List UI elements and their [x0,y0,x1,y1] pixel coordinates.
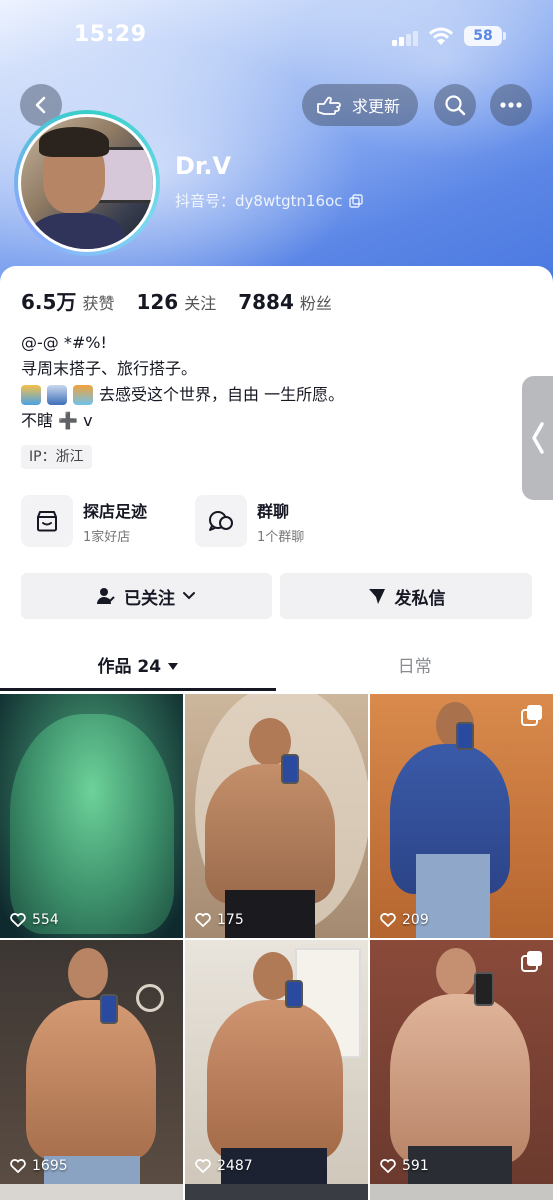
stats-row: 6.5万 获赞 126 关注 7884 粉丝 [21,286,354,315]
like-count-value: 591 [402,1158,429,1174]
bio-line-3: 去感受这个世界，自由 一生所愿。 [21,382,344,408]
like-count-value: 209 [402,912,429,928]
like-count-value: 175 [217,912,244,928]
diving-mask-emoji-icon [73,385,93,405]
video-tile[interactable]: 2487 [185,940,368,1184]
stat-likes-label: 获赞 [82,294,115,313]
like-count-value: 1695 [32,1158,68,1174]
bio-line-3-text: 去感受这个世界，自由 一生所愿。 [99,385,345,404]
like-count: 1695 [10,1158,68,1174]
send-message-button[interactable]: 发私信 [280,573,532,619]
multi-image-icon [521,705,542,726]
send-message-label: 发私信 [394,588,446,609]
avatar [18,114,156,252]
video-tile[interactable]: 209 [370,694,553,938]
video-tile[interactable]: 554 [0,694,183,938]
next-row-peek [0,1184,553,1200]
store-icon [21,495,73,547]
chevron-left-icon [531,422,544,454]
request-update-label: 求更新 [352,97,401,116]
chevron-down-icon [183,592,195,600]
stat-following-label: 关注 [184,294,217,313]
heart-icon [10,913,26,927]
person-check-icon [97,588,115,604]
battery-indicator: 58 [464,26,506,46]
shop-visits-title: 探店足迹 [83,501,148,521]
active-tab-indicator [0,688,276,691]
stat-followers[interactable]: 7884 粉丝 [238,290,332,314]
heart-icon [10,1159,26,1173]
status-time: 15:29 [74,22,147,47]
video-tile[interactable]: 175 [185,694,368,938]
surfer-emoji-icon [21,385,41,405]
request-update-button[interactable]: 求更新 [302,84,418,126]
like-count: 554 [10,912,59,928]
shop-visits-entry[interactable]: 探店足迹 1家好店 [21,495,147,547]
like-count: 175 [195,912,244,928]
heart-icon [380,1159,396,1173]
like-count: 591 [380,1158,429,1174]
heart-icon [195,1159,211,1173]
signal-icon [392,30,418,46]
stat-followers-num: 7884 [238,290,294,314]
snowboarder-emoji-icon [47,385,67,405]
tab-daily-label: 日常 [397,657,432,677]
like-count-value: 2487 [217,1158,253,1174]
pointing-hand-icon [317,96,341,115]
side-drawer-handle[interactable] [522,376,553,500]
like-count-value: 554 [32,912,59,928]
like-count: 209 [380,912,429,928]
bio-line-2: 寻周末搭子、旅行搭子。 [21,359,198,378]
douyin-id[interactable]: 抖音号：dy8wtgtn16oc [175,190,363,211]
followed-label: 已关注 [124,588,175,609]
bio-line-4: 不瞎 ➕ v [21,411,93,430]
video-tile[interactable]: 591 [370,940,553,1184]
avatar-ring[interactable] [14,110,160,256]
profile-name: Dr.V [175,152,232,180]
tab-works[interactable]: 作品 24 [0,645,277,691]
multi-image-icon [521,951,542,972]
copy-icon[interactable] [348,193,363,208]
group-chat-title: 群聊 [257,501,290,521]
shop-visits-sub: 1家好店 [83,529,131,545]
tab-works-label: 作品 24 [97,657,162,677]
more-button[interactable] [490,84,532,126]
like-count: 2487 [195,1158,253,1174]
stat-following[interactable]: 126 关注 [136,290,216,314]
tab-daily[interactable]: 日常 [277,645,553,691]
douyin-id-text: 抖音号：dy8wtgtn16oc [175,192,343,210]
bio-line-1: @-@ *#%! [21,333,107,352]
bio: @-@ *#%! 寻周末搭子、旅行搭子。 去感受这个世界，自由 一生所愿。 不瞎… [21,330,344,434]
stat-followers-label: 粉丝 [299,294,332,313]
group-chat-sub: 1个群聊 [257,529,305,545]
stat-likes-num: 6.5万 [21,290,77,314]
ip-location-tag: IP：浙江 [21,445,92,469]
wifi-icon [429,27,453,45]
heart-icon [380,913,396,927]
followed-button[interactable]: 已关注 [21,573,272,619]
status-bar: 15:29 58 [0,0,553,72]
video-grid: 554 175 209 1695 2487 591 [0,694,553,1184]
chat-bubbles-icon [195,495,247,547]
group-chat-entry[interactable]: 群聊 1个群聊 [195,495,304,547]
caret-down-icon [168,663,178,670]
stat-likes[interactable]: 6.5万 获赞 [21,286,114,315]
heart-icon [195,913,211,927]
send-plane-icon [368,589,385,604]
search-icon [445,95,466,116]
content-tabs: 作品 24 日常 [0,645,553,691]
chevron-left-icon [35,96,46,114]
search-button[interactable] [434,84,476,126]
video-tile[interactable]: 1695 [0,940,183,1184]
more-dots-icon [500,102,522,108]
stat-following-num: 126 [136,290,179,314]
